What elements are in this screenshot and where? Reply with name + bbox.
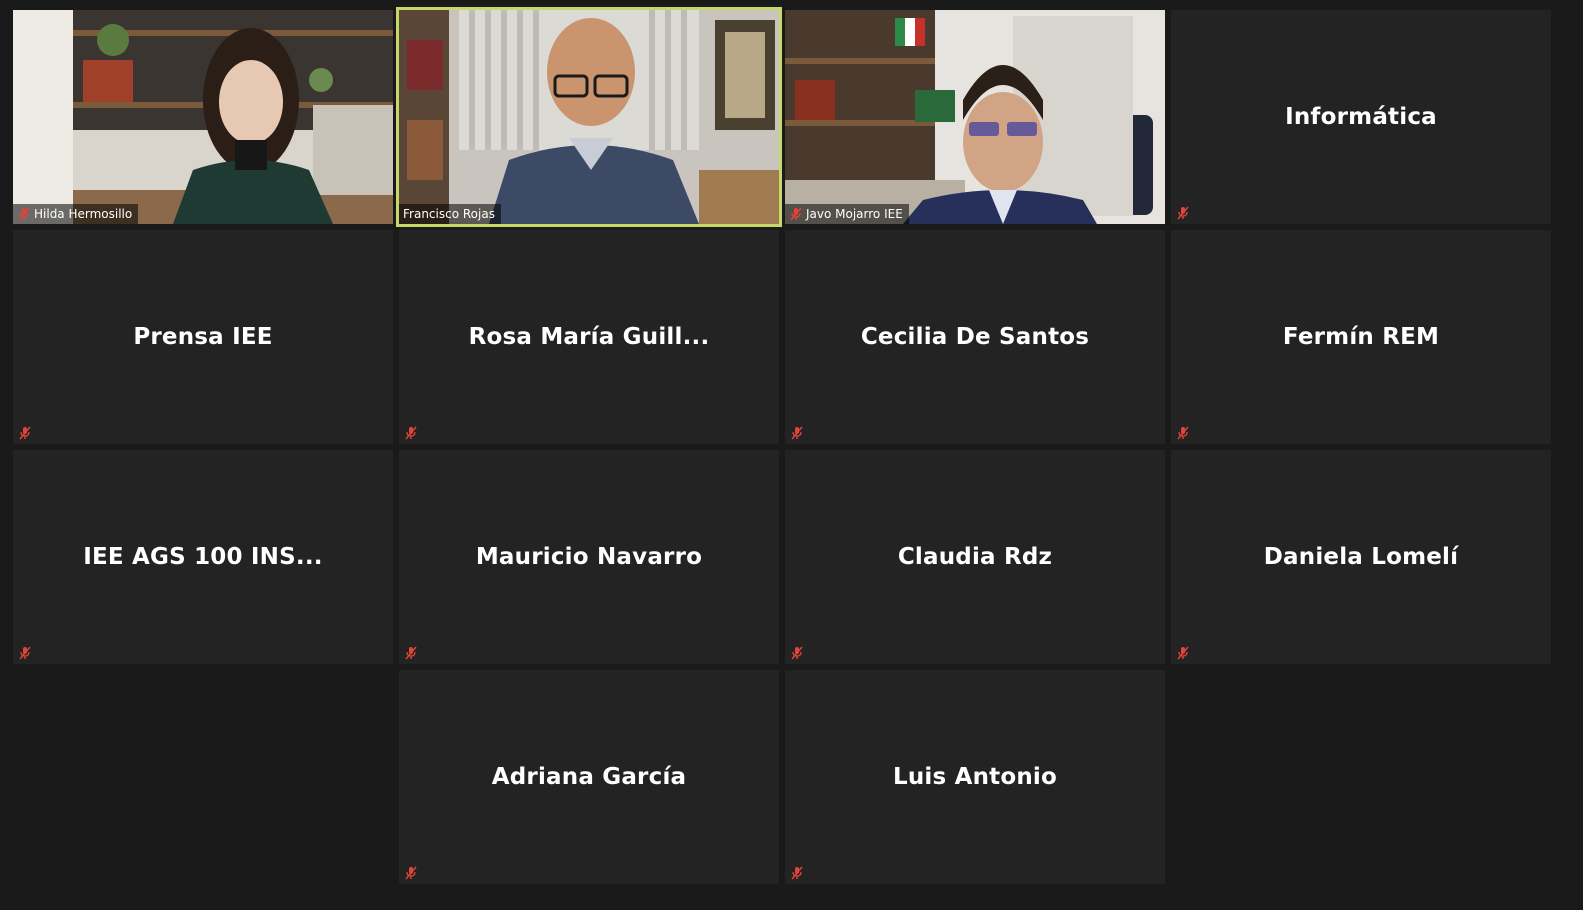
participant-tile-mauricio-navarro[interactable]: Mauricio Navarro: [399, 450, 779, 664]
participant-name: Informática: [1285, 104, 1437, 130]
participant-name: Claudia Rdz: [897, 544, 1053, 570]
microphone-muted-icon: [791, 646, 803, 660]
participant-name: Prensa IEE: [133, 324, 273, 350]
participant-tile-francisco-rojas[interactable]: Francisco Rojas: [396, 7, 782, 227]
microphone-muted-icon: [405, 646, 417, 660]
participant-name: Francisco Rojas: [403, 207, 495, 221]
microphone-muted-icon: [405, 866, 417, 880]
participant-video: [785, 10, 1165, 224]
microphone-muted-icon: [405, 426, 417, 440]
microphone-muted-icon: [791, 426, 803, 440]
participant-tile-javo-mojarro-iee[interactable]: Javo Mojarro IEE: [785, 10, 1165, 224]
participant-tile-prensa-iee[interactable]: Prensa IEE: [13, 230, 393, 444]
participant-video: [13, 10, 393, 224]
participant-name: Fermín REM: [1282, 324, 1440, 350]
microphone-muted-icon: [1177, 426, 1189, 440]
participant-tile-daniela-lomeli[interactable]: Daniela Lomelí: [1171, 450, 1551, 664]
participant-name: Mauricio Navarro: [475, 544, 703, 570]
participant-tile-informatica[interactable]: Informática: [1171, 10, 1551, 224]
participant-tile-iee-ags-100[interactable]: IEE AGS 100 INS...: [13, 450, 393, 664]
microphone-muted-icon: [790, 207, 802, 221]
participant-name: Hilda Hermosillo: [34, 207, 133, 221]
participant-tile-claudia-rdz[interactable]: Claudia Rdz: [785, 450, 1165, 664]
participant-name: Luis Antonio: [892, 764, 1058, 790]
participant-name: Daniela Lomelí: [1263, 544, 1459, 570]
participant-tile-cecilia-de-santos[interactable]: Cecilia De Santos: [785, 230, 1165, 444]
participant-name-label: Javo Mojarro IEE: [785, 204, 909, 224]
microphone-muted-icon: [18, 207, 30, 221]
participant-name: Rosa María Guill...: [468, 324, 710, 350]
microphone-muted-icon: [19, 426, 31, 440]
participant-tile-hilda-hermosillo[interactable]: Hilda Hermosillo: [13, 10, 393, 224]
participant-name: Javo Mojarro IEE: [806, 207, 903, 221]
participant-tile-fermin-rem[interactable]: Fermín REM: [1171, 230, 1551, 444]
participant-name-label: Francisco Rojas: [399, 204, 501, 224]
participant-name: Adriana García: [491, 764, 687, 790]
participant-name: IEE AGS 100 INS...: [83, 544, 323, 570]
microphone-muted-icon: [791, 866, 803, 880]
participant-tile-adriana-garcia[interactable]: Adriana García: [399, 670, 779, 884]
microphone-muted-icon: [19, 646, 31, 660]
participant-name-label: Hilda Hermosillo: [13, 204, 139, 224]
participant-name: Cecilia De Santos: [860, 324, 1090, 350]
participant-tile-rosa-maria[interactable]: Rosa María Guill...: [399, 230, 779, 444]
participant-tile-luis-antonio[interactable]: Luis Antonio: [785, 670, 1165, 884]
microphone-muted-icon: [1177, 646, 1189, 660]
participant-video: [399, 10, 779, 224]
microphone-muted-icon: [1177, 206, 1189, 220]
gallery-view: Hilda Hermosillo Francisco Rojas Javo Mo…: [0, 0, 1583, 910]
